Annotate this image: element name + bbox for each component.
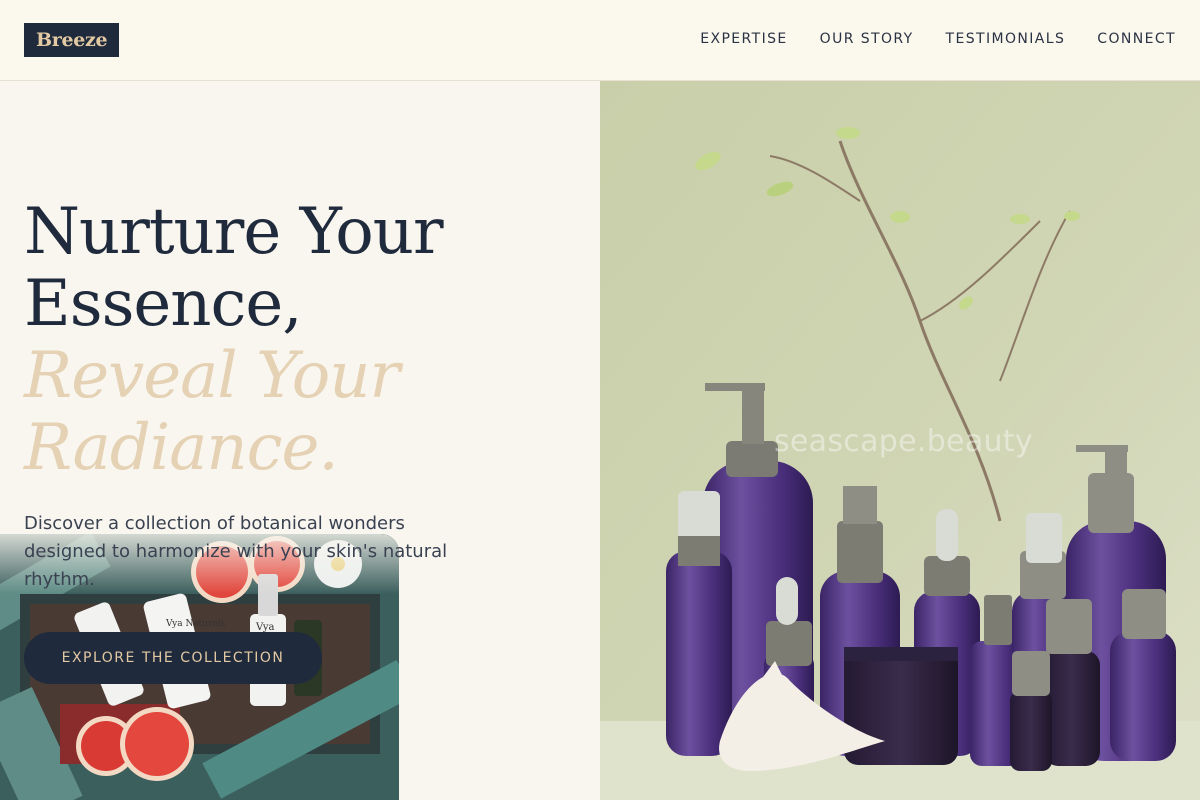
- explore-collection-button[interactable]: EXPLORE THE COLLECTION: [24, 632, 322, 684]
- hero-accent-line: Radiance.: [24, 411, 339, 485]
- nav-link-testimonials[interactable]: TESTIMONIALS: [946, 31, 1066, 47]
- watermark-text: seascape.beauty: [774, 424, 1033, 459]
- hero-subtitle: Discover a collection of botanical wonde…: [24, 513, 448, 590]
- hero-accent-line: Reveal Your: [24, 339, 400, 413]
- nav-link-connect[interactable]: CONNECT: [1097, 31, 1176, 47]
- hero-title-line: Essence,: [24, 267, 303, 341]
- site-header: Breeze EXPERTISE OUR STORY TESTIMONIALS …: [0, 0, 1200, 81]
- main-nav: EXPERTISE OUR STORY TESTIMONIALS CONNECT: [700, 31, 1176, 47]
- nav-link-our-story[interactable]: OUR STORY: [820, 31, 914, 47]
- hero-product-photo: seascape.beauty: [600, 81, 1200, 800]
- nav-link-expertise[interactable]: EXPERTISE: [700, 31, 787, 47]
- hero-title: Nurture Your Essence, Reveal Your Radian…: [24, 196, 584, 484]
- hero-title-line: Nurture Your: [24, 195, 444, 269]
- bottle-label: Vya Naturals: [165, 619, 226, 629]
- brand-logo[interactable]: Breeze: [24, 23, 120, 57]
